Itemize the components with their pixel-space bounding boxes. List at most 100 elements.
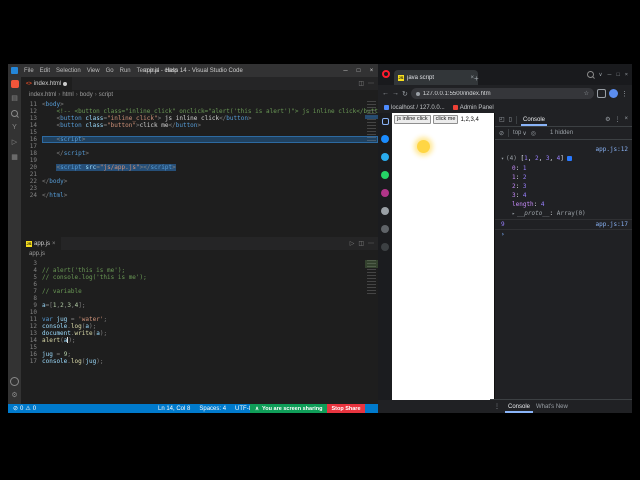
code-line[interactable]: 15 xyxy=(21,129,378,136)
profile-avatar[interactable] xyxy=(609,89,618,98)
stop-share-button[interactable]: Stop Share xyxy=(327,404,365,413)
console-property-row[interactable]: length: 4 xyxy=(495,200,632,209)
source-control-icon[interactable]: Y xyxy=(12,124,17,132)
code-line[interactable]: 6 xyxy=(21,281,378,288)
status-item[interactable]: Ln 14, Col 8 xyxy=(158,406,190,412)
whatsapp-icon[interactable] xyxy=(381,171,389,179)
tab-app-js[interactable]: JS app.js × xyxy=(21,237,61,250)
console-property-row[interactable]: 0: 1 xyxy=(495,164,632,173)
code-line[interactable]: 5 // console.log('this is me'); xyxy=(21,274,378,281)
more-actions-icon[interactable]: ⋯ xyxy=(368,240,374,247)
console-log-row[interactable]: ▾ (4) [1, 2, 3, 4] xyxy=(495,154,632,164)
bookmark-item[interactable]: localhost / 127.0.0... xyxy=(384,105,445,111)
code-line[interactable]: 14 alert(a); xyxy=(21,337,378,344)
code-line[interactable]: 18 </script> xyxy=(21,150,378,157)
close-button[interactable]: × xyxy=(365,68,378,74)
browser-maximize-button[interactable]: □ xyxy=(616,72,619,78)
breadcrumb-item[interactable]: script xyxy=(99,92,113,98)
menu-go[interactable]: Go xyxy=(103,68,117,74)
menu-selection[interactable]: Selection xyxy=(53,68,84,74)
browser-minimize-button[interactable]: ─ xyxy=(608,72,612,78)
minimap[interactable] xyxy=(365,101,378,237)
console-proto-row[interactable]: ▸ __proto__: Array(0) xyxy=(495,209,632,220)
tab-close-icon[interactable]: × xyxy=(52,241,56,247)
console-prompt[interactable]: › xyxy=(495,230,632,239)
split-editor-icon[interactable]: ◫ xyxy=(358,80,364,87)
browser-extensions-icon[interactable] xyxy=(597,89,606,98)
code-line[interactable]: 9 a=[1,2,3,4]; xyxy=(21,302,378,309)
console-source-link[interactable]: app.js:12 xyxy=(595,145,628,154)
run-icon[interactable]: ▷ xyxy=(350,240,355,247)
code-line[interactable]: 13 document.write(a); xyxy=(21,330,378,337)
hidden-messages-label[interactable]: 1 hidden xyxy=(550,130,573,136)
history-icon[interactable] xyxy=(381,207,389,215)
context-selector[interactable]: top ∨ xyxy=(513,130,527,137)
code-line[interactable]: 23 xyxy=(21,185,378,192)
code-line[interactable]: 7 // variable xyxy=(21,288,378,295)
back-icon[interactable]: ← xyxy=(382,90,389,97)
code-line[interactable]: 12 <!-- <button class="inline_click" onc… xyxy=(21,108,378,115)
site-security-icon[interactable] xyxy=(415,91,420,96)
console-property-row[interactable]: 3: 4 xyxy=(495,191,632,200)
code-line[interactable]: 8 xyxy=(21,295,378,302)
reload-icon[interactable]: ↻ xyxy=(402,90,408,98)
chevron-down-icon[interactable]: ∨ xyxy=(599,72,603,78)
code-line[interactable]: 16 <script> xyxy=(21,136,378,143)
editor-index-html[interactable]: 11 <body> 12 <!-- <button class="inline_cl… xyxy=(21,99,378,237)
code-line[interactable]: 21 xyxy=(21,171,378,178)
code-line[interactable]: 15 xyxy=(21,344,378,351)
bookmark-star-icon[interactable]: ☆ xyxy=(584,90,589,97)
code-line[interactable]: 17 console.log(jug); xyxy=(21,358,378,365)
tab-index-html[interactable]: <> index.html xyxy=(21,77,73,90)
code-line[interactable]: 24 </html> xyxy=(21,192,378,199)
devtools-close-icon[interactable]: × xyxy=(624,116,628,123)
editor-app-js[interactable]: 3 4 // alert('this is me'); 5 // console.log… xyxy=(21,258,378,404)
breadcrumb-item[interactable]: app.js xyxy=(29,251,45,257)
code-line[interactable]: 22 </body> xyxy=(21,178,378,185)
devtools-tab-console[interactable]: Console xyxy=(521,113,547,126)
drawer-tab-console[interactable]: Console xyxy=(505,400,533,413)
page-button[interactable]: js inline click xyxy=(394,115,431,124)
code-line[interactable]: 3 xyxy=(21,260,378,267)
maximize-button[interactable]: □ xyxy=(352,68,365,74)
explorer-icon[interactable]: ▤ xyxy=(11,95,18,103)
console-property-row[interactable]: 1: 2 xyxy=(495,173,632,182)
search-icon[interactable] xyxy=(11,110,18,117)
browser-menu-icon[interactable]: ⋮ xyxy=(621,90,628,98)
instagram-icon[interactable] xyxy=(381,189,389,197)
workspaces-icon[interactable] xyxy=(381,118,389,125)
minimize-button[interactable]: ─ xyxy=(339,68,352,74)
eye-icon[interactable]: ◎ xyxy=(531,130,536,137)
messenger-icon[interactable] xyxy=(381,135,389,143)
bookmarks-sidebar-icon[interactable] xyxy=(381,225,389,233)
code-line[interactable]: 12 console.log(a); xyxy=(21,323,378,330)
tree-closed-icon[interactable]: ▸ xyxy=(512,211,515,217)
chevron-up-icon[interactable]: ∧ xyxy=(255,406,259,412)
device-toolbar-icon[interactable]: ▯ xyxy=(509,116,512,123)
split-editor-icon[interactable]: ◫ xyxy=(358,240,364,247)
account-icon[interactable] xyxy=(10,377,19,386)
menu-view[interactable]: View xyxy=(84,68,103,74)
tree-open-icon[interactable]: ▾ xyxy=(501,156,504,162)
code-line[interactable]: 10 xyxy=(21,309,378,316)
problems-indicator[interactable]: ⊘ 0 ⚠ 0 xyxy=(13,405,36,413)
code-line[interactable]: 14 <button class="button">click me</butt… xyxy=(21,122,378,129)
tab-search-icon[interactable] xyxy=(586,71,594,78)
breadcrumb-item[interactable]: html xyxy=(62,92,73,98)
address-bar[interactable]: 127.0.0.1:5500/index.htm ☆ xyxy=(410,88,594,99)
breadcrumb-item[interactable]: body xyxy=(80,92,93,98)
menu-edit[interactable]: Edit xyxy=(37,68,53,74)
menu-run[interactable]: Run xyxy=(117,68,134,74)
unsaved-dot-icon[interactable] xyxy=(63,81,68,86)
bookmark-item[interactable]: Admin Panel xyxy=(452,105,494,111)
console-property-row[interactable]: 2: 3 xyxy=(495,182,632,191)
clear-console-icon[interactable]: ⊘ xyxy=(499,130,504,137)
code-line[interactable]: 19 xyxy=(21,157,378,164)
new-tab-button[interactable]: + xyxy=(474,74,479,83)
settings-gear-icon[interactable]: ⚙ xyxy=(11,392,17,400)
page-button[interactable]: click me xyxy=(432,115,459,124)
forward-icon[interactable]: → xyxy=(392,90,399,97)
code-line[interactable]: 20 <script src="js/app.js"></script> xyxy=(21,164,378,171)
console-source-link[interactable]: app.js:17 xyxy=(595,220,628,229)
info-icon[interactable] xyxy=(566,156,572,161)
